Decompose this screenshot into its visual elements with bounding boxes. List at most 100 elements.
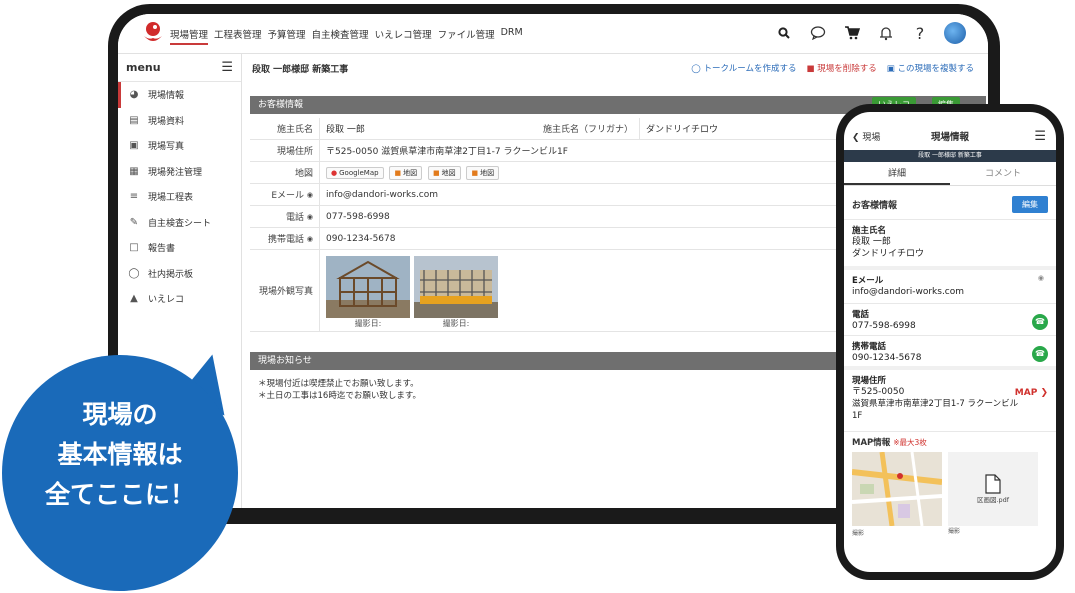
tel-value[interactable]: 077-598-6998: [320, 212, 390, 222]
map-doc-button[interactable]: ■ 地図: [427, 165, 461, 180]
thumb-caption: 撮影: [948, 528, 961, 535]
eye-icon: ◉: [306, 234, 313, 243]
phone-tabs: 詳細 コメント: [844, 162, 1056, 186]
logo-icon: [144, 22, 162, 41]
field-value: ダンドリイチロウ: [852, 249, 925, 259]
nav-site-management[interactable]: 現場管理: [170, 27, 209, 45]
callout-line: 現場の: [82, 400, 158, 429]
pdf-thumbnail[interactable]: 区画図.pdf 撮影: [948, 452, 1038, 535]
search-icon[interactable]: [774, 23, 794, 43]
photo-caption: 撮影日:: [442, 319, 470, 328]
report-icon: □: [129, 242, 139, 254]
mobile-value[interactable]: 090-1234-5678: [320, 234, 395, 244]
phone-title: 現場情報: [930, 132, 969, 143]
tel-value[interactable]: 077-598-6998: [852, 320, 1048, 332]
thumb-caption: 撮影: [852, 530, 865, 537]
nav-budget[interactable]: 予算管理: [268, 27, 306, 45]
field-value: 段取 一郎: [852, 237, 891, 247]
email-value[interactable]: info@dandori-works.com: [852, 286, 1048, 298]
sidebar-item-label: いえレコ: [148, 295, 185, 306]
edit-button[interactable]: 編集: [1012, 196, 1048, 213]
sidebar-item-report[interactable]: □ 報告書: [118, 235, 241, 261]
eye-icon[interactable]: ◉: [1038, 274, 1044, 282]
field-label: 電話: [852, 310, 870, 320]
sidebar-item-orders[interactable]: ▦ 現場発注管理: [118, 159, 241, 185]
table-row: 携帯電話 ◉ 090-1234-5678: [250, 228, 850, 250]
phone-section-header: お客様情報 編集: [844, 190, 1056, 220]
document-icon: ▤: [129, 114, 139, 126]
sidebar-item-label: 社内掲示板: [148, 269, 194, 280]
pdf-icon: [985, 474, 1001, 494]
table-row: 地図 ● GoogleMap ■ 地図 ■ 地図 ■ 地図: [250, 162, 850, 184]
bell-icon[interactable]: [876, 23, 896, 43]
callout-text: 現場の 基本情報は 全てここに！: [2, 395, 238, 515]
sidebar-item-documents[interactable]: ▤ 現場資料: [118, 108, 241, 134]
house-frame-photo: [326, 256, 410, 318]
site-photo[interactable]: 撮影日:: [326, 256, 410, 329]
cart-icon[interactable]: [842, 23, 862, 43]
photo-caption: 撮影日:: [354, 319, 382, 328]
sidebar-item-ierecord[interactable]: ▲ いえレコ: [118, 286, 241, 312]
edit-icon: ✎: [129, 216, 139, 228]
field-label: 施主氏名: [250, 118, 320, 139]
map-doc-button[interactable]: ■ 地図: [466, 165, 500, 180]
create-talkroom-link[interactable]: ◯ トークルームを作成する: [691, 62, 796, 74]
chat-icon[interactable]: [808, 23, 828, 43]
callout-line: 基本情報は: [57, 440, 183, 469]
sidebar-item-board[interactable]: ◯ 社内掲示板: [118, 261, 241, 287]
call-icon[interactable]: ☎: [1032, 314, 1048, 330]
hamburger-icon[interactable]: ☰: [1034, 129, 1046, 144]
map-links: ● GoogleMap ■ 地図 ■ 地図 ■ 地図: [320, 165, 502, 180]
nav-files[interactable]: ファイル管理: [438, 27, 495, 45]
sidebar-item-label: 現場発注管理: [148, 167, 203, 178]
sidebar-item-label: 報告書: [148, 244, 176, 255]
phone-header: ❮ 現場 現場情報 ☰: [844, 122, 1056, 150]
map-thumbnail[interactable]: 撮影: [851, 451, 943, 537]
tab-details[interactable]: 詳細: [844, 162, 950, 185]
site-photo[interactable]: 撮影日:: [414, 256, 498, 329]
top-bar: 現場管理 工程表管理 予算管理 自主検査管理 いえレコ管理 ファイル管理 DRM: [118, 14, 988, 54]
sidebar-item-site-info[interactable]: ◕ 現場情報: [118, 82, 241, 108]
top-nav: 現場管理 工程表管理 予算管理 自主検査管理 いえレコ管理 ファイル管理 DRM: [170, 27, 523, 45]
duplicate-site-link[interactable]: ▣ この現場を複製する: [887, 62, 974, 74]
clipboard-icon: ▦: [129, 165, 139, 177]
field-label: 現場外観写真: [250, 250, 320, 331]
help-icon[interactable]: ?: [910, 23, 930, 43]
tab-comments[interactable]: コメント: [950, 162, 1056, 185]
hamburger-icon[interactable]: ☰: [221, 60, 233, 75]
top-icons: ?: [774, 22, 966, 44]
call-icon[interactable]: ☎: [1032, 346, 1048, 362]
field-value: 段取 一郎: [326, 125, 365, 135]
back-button[interactable]: ❮ 現場: [852, 130, 880, 143]
nav-drm[interactable]: DRM: [501, 27, 523, 45]
phone-mobile-block: 携帯電話 090-1234-5678 ☎: [844, 336, 1056, 370]
sidebar-item-inspection[interactable]: ✎ 自主検査シート: [118, 210, 241, 236]
field-label: 現場住所: [852, 376, 887, 386]
email-value[interactable]: info@dandori-works.com: [320, 190, 438, 200]
phone-frame: ❮ 現場 現場情報 ☰ 段取 一郎様邸 新築工事 詳細 コメント お客様情報 編…: [836, 104, 1064, 580]
customer-info-table: 施主氏名 段取 一郎 施主氏名（フリガナ） ダンドリイチロウ 現場住所 〒525…: [250, 118, 850, 332]
menu-title: menu: [126, 61, 161, 74]
sidebar-item-photos[interactable]: ▣ 現場写真: [118, 133, 241, 159]
delete-site-link[interactable]: ■ 現場を削除する: [807, 62, 877, 74]
field-label: 現場住所: [250, 140, 320, 161]
scaffold-photo: [414, 256, 498, 318]
nav-inspection[interactable]: 自主検査管理: [312, 27, 369, 45]
mobile-value[interactable]: 090-1234-5678: [852, 352, 1048, 364]
nav-ierecord[interactable]: いえレコ管理: [375, 27, 432, 45]
nav-schedule[interactable]: 工程表管理: [214, 27, 262, 45]
avatar[interactable]: [944, 22, 966, 44]
sidebar-item-label: 現場情報: [148, 91, 185, 102]
field-label: 携帯電話 ◉: [250, 228, 320, 249]
googlemap-button[interactable]: ● GoogleMap: [326, 166, 384, 179]
pdf-preview: 区画図.pdf: [948, 452, 1038, 526]
sidebar-item-label: 自主検査シート: [148, 218, 212, 229]
map-link[interactable]: MAP ❯: [1015, 388, 1048, 398]
phone-body: お客様情報 編集 施主氏名 段取 一郎 ダンドリイチロウ Eメール info@d…: [844, 190, 1056, 537]
phone-name-block: 施主氏名 段取 一郎 ダンドリイチロウ: [844, 220, 1056, 270]
house-icon: ▲: [130, 293, 138, 305]
map-doc-button[interactable]: ■ 地図: [389, 165, 423, 180]
phone-email-block: Eメール info@dandori-works.com ◉: [844, 270, 1056, 304]
sidebar-item-schedule[interactable]: ≡ 現場工程表: [118, 184, 241, 210]
field-label: Eメール ◉: [250, 184, 320, 205]
